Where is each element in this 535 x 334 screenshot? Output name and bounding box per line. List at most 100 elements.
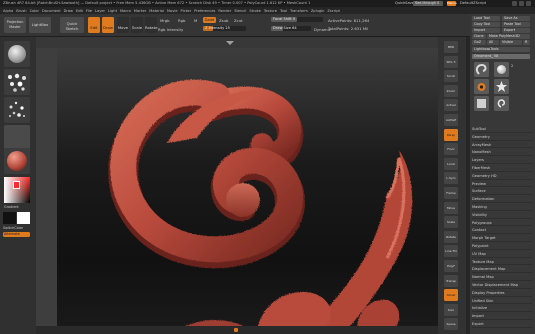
- section-displacement-map[interactable]: Displacement Map: [472, 266, 532, 274]
- menu-picker[interactable]: Picker: [181, 9, 192, 13]
- default-zscript-button[interactable]: DefaultZScript: [460, 1, 486, 5]
- projection-master-button[interactable]: Projection Master: [4, 17, 26, 33]
- quicksave-button[interactable]: QuickSave: [395, 1, 414, 5]
- ornament-mesh[interactable]: [57, 48, 445, 330]
- menu-alpha[interactable]: Alpha: [3, 9, 13, 13]
- goz-visible-button[interactable]: Visible: [500, 40, 522, 45]
- section-unified-skin[interactable]: Unified Skin: [472, 298, 532, 305]
- right-tool-ghost[interactable]: Ghost: [444, 289, 458, 302]
- section-vector-displacement-map[interactable]: Vector Displacement Map: [472, 282, 532, 289]
- alpha-thumbnail[interactable]: [4, 97, 30, 123]
- minimize-icon[interactable]: [512, 1, 517, 6]
- tool-thumb-spiral[interactable]: [494, 96, 509, 111]
- clone-button[interactable]: Clone: [472, 34, 486, 39]
- move-button[interactable]: Move: [117, 17, 129, 33]
- tool-thumb-sphere[interactable]: [494, 62, 509, 77]
- switch-color-button[interactable]: SwitchColor: [3, 226, 23, 230]
- menu-render[interactable]: Render: [218, 9, 231, 13]
- section-initialize[interactable]: Initialize: [472, 305, 532, 313]
- menu-brush[interactable]: Brush: [16, 9, 26, 13]
- menu-texture[interactable]: Texture: [264, 9, 277, 13]
- rotate-button[interactable]: Rotate: [145, 17, 157, 33]
- right-tool-zoom[interactable]: Zoom: [444, 84, 458, 97]
- material-thumbnail[interactable]: [4, 148, 30, 174]
- rgb-toggle[interactable]: Rgb: [178, 18, 185, 23]
- tool-thumb-ornament[interactable]: [474, 62, 489, 77]
- menu-preferences[interactable]: Preferences: [194, 9, 215, 13]
- quick-sketch-button[interactable]: Quick Sketch: [60, 17, 84, 33]
- right-tool-solo[interactable]: Solo: [444, 303, 458, 316]
- lightbox-button[interactable]: LightBox: [29, 17, 51, 33]
- right-tool-local[interactable]: Local: [444, 157, 458, 170]
- paste-tool-button[interactable]: Paste Tool: [502, 22, 530, 27]
- zsub-toggle[interactable]: Zsub: [219, 18, 228, 23]
- section-fibermesh[interactable]: FiberMesh: [472, 165, 532, 172]
- section-masking[interactable]: Masking: [472, 204, 532, 211]
- z-intensity-slider[interactable]: Z Intensity 25: [203, 26, 246, 31]
- goz-button[interactable]: GoZ: [472, 40, 486, 45]
- right-tool-polyf[interactable]: PolyF: [444, 260, 458, 272]
- goz-all-button[interactable]: All: [487, 40, 499, 45]
- menu-edit[interactable]: Edit: [76, 9, 83, 13]
- draw-size-slider[interactable]: Draw Size 64: [271, 26, 311, 31]
- goz-r-button[interactable]: R: [523, 40, 530, 45]
- m-toggle[interactable]: M: [194, 18, 197, 23]
- load-tool-button[interactable]: Load Tool: [472, 16, 500, 21]
- mrgb-toggle[interactable]: Mrgb: [160, 18, 170, 23]
- section-deformation[interactable]: Deformation: [472, 196, 532, 204]
- gradient-toggle[interactable]: Gradient: [4, 205, 19, 209]
- copy-tool-button[interactable]: Copy Tool: [472, 22, 500, 27]
- section-polypaint[interactable]: Polypaint: [472, 243, 532, 250]
- save-as-button[interactable]: Save As: [502, 16, 530, 21]
- tool-thumb-simplebrush[interactable]: [474, 79, 489, 94]
- tool-thumb-star[interactable]: [494, 79, 509, 94]
- scroll-position-marker[interactable]: [234, 328, 238, 332]
- section-export[interactable]: Export: [472, 321, 532, 328]
- focal-shift-slider[interactable]: Focal Shift 0: [271, 17, 323, 22]
- scale-button[interactable]: Scale: [131, 17, 143, 33]
- edit-button[interactable]: Edit: [88, 17, 100, 33]
- right-tool-spix-3[interactable]: SPix 3: [444, 55, 458, 68]
- section-visibility[interactable]: Visibility: [472, 212, 532, 219]
- export-button[interactable]: Export: [502, 28, 530, 33]
- right-tool-persp[interactable]: Persp: [444, 128, 458, 141]
- menu-zplugin[interactable]: Zplugin: [311, 9, 325, 13]
- zcut-toggle[interactable]: Zcut: [234, 18, 243, 23]
- primary-color-swatch[interactable]: [3, 212, 16, 224]
- right-tool-actual[interactable]: Actual: [444, 99, 458, 112]
- right-tool-bpr[interactable]: BPR: [444, 41, 458, 53]
- menu-file[interactable]: File: [86, 9, 92, 13]
- section-texture-map[interactable]: Texture Map: [472, 259, 532, 266]
- right-tool-scroll[interactable]: Scroll: [444, 70, 458, 83]
- 3d-viewport[interactable]: [57, 48, 445, 330]
- rgb-intensity-label[interactable]: Rgb Intensity: [158, 27, 183, 32]
- menu-stroke[interactable]: Stroke: [249, 9, 260, 13]
- close-icon[interactable]: [526, 1, 531, 6]
- section-contact[interactable]: Contact: [472, 227, 532, 235]
- tool-thumb-polymesh[interactable]: [474, 96, 489, 111]
- import-button[interactable]: Import: [472, 28, 500, 33]
- secondary-color-swatch[interactable]: [17, 212, 30, 224]
- right-tool-line-fill[interactable]: Line Fill: [444, 245, 458, 258]
- menu-stencil[interactable]: Stencil: [234, 9, 246, 13]
- menu-material[interactable]: Material: [149, 9, 164, 13]
- menu-document[interactable]: Document: [42, 9, 61, 13]
- maximize-icon[interactable]: [519, 1, 524, 6]
- menu-layer[interactable]: Layer: [95, 9, 105, 13]
- menu-macro[interactable]: Macro: [120, 9, 131, 13]
- section-geometry[interactable]: Geometry: [472, 134, 532, 141]
- menu-color[interactable]: Color: [30, 9, 39, 13]
- right-tool-move[interactable]: Move: [444, 201, 458, 214]
- menu-tool[interactable]: Tool: [280, 9, 287, 13]
- lightbox-tools-button[interactable]: Lightbox▸Tools: [472, 47, 530, 52]
- section-normal-map[interactable]: Normal Map: [472, 274, 532, 282]
- current-tool-slider[interactable]: Ornament_ 58: [472, 54, 530, 59]
- section-arraymesh[interactable]: ArrayMesh: [472, 142, 532, 149]
- menu-zscript[interactable]: Zscript: [327, 9, 339, 13]
- make-polymesh-button[interactable]: Make PolyMesh3D: [487, 34, 530, 39]
- color-picker[interactable]: [4, 177, 30, 203]
- zadd-toggle[interactable]: Zadd: [203, 17, 216, 23]
- section-uv-map[interactable]: UV Map: [472, 251, 532, 258]
- right-tool-aahalf[interactable]: AAHalf: [444, 114, 458, 126]
- section-morph-target[interactable]: Morph Target: [472, 235, 532, 243]
